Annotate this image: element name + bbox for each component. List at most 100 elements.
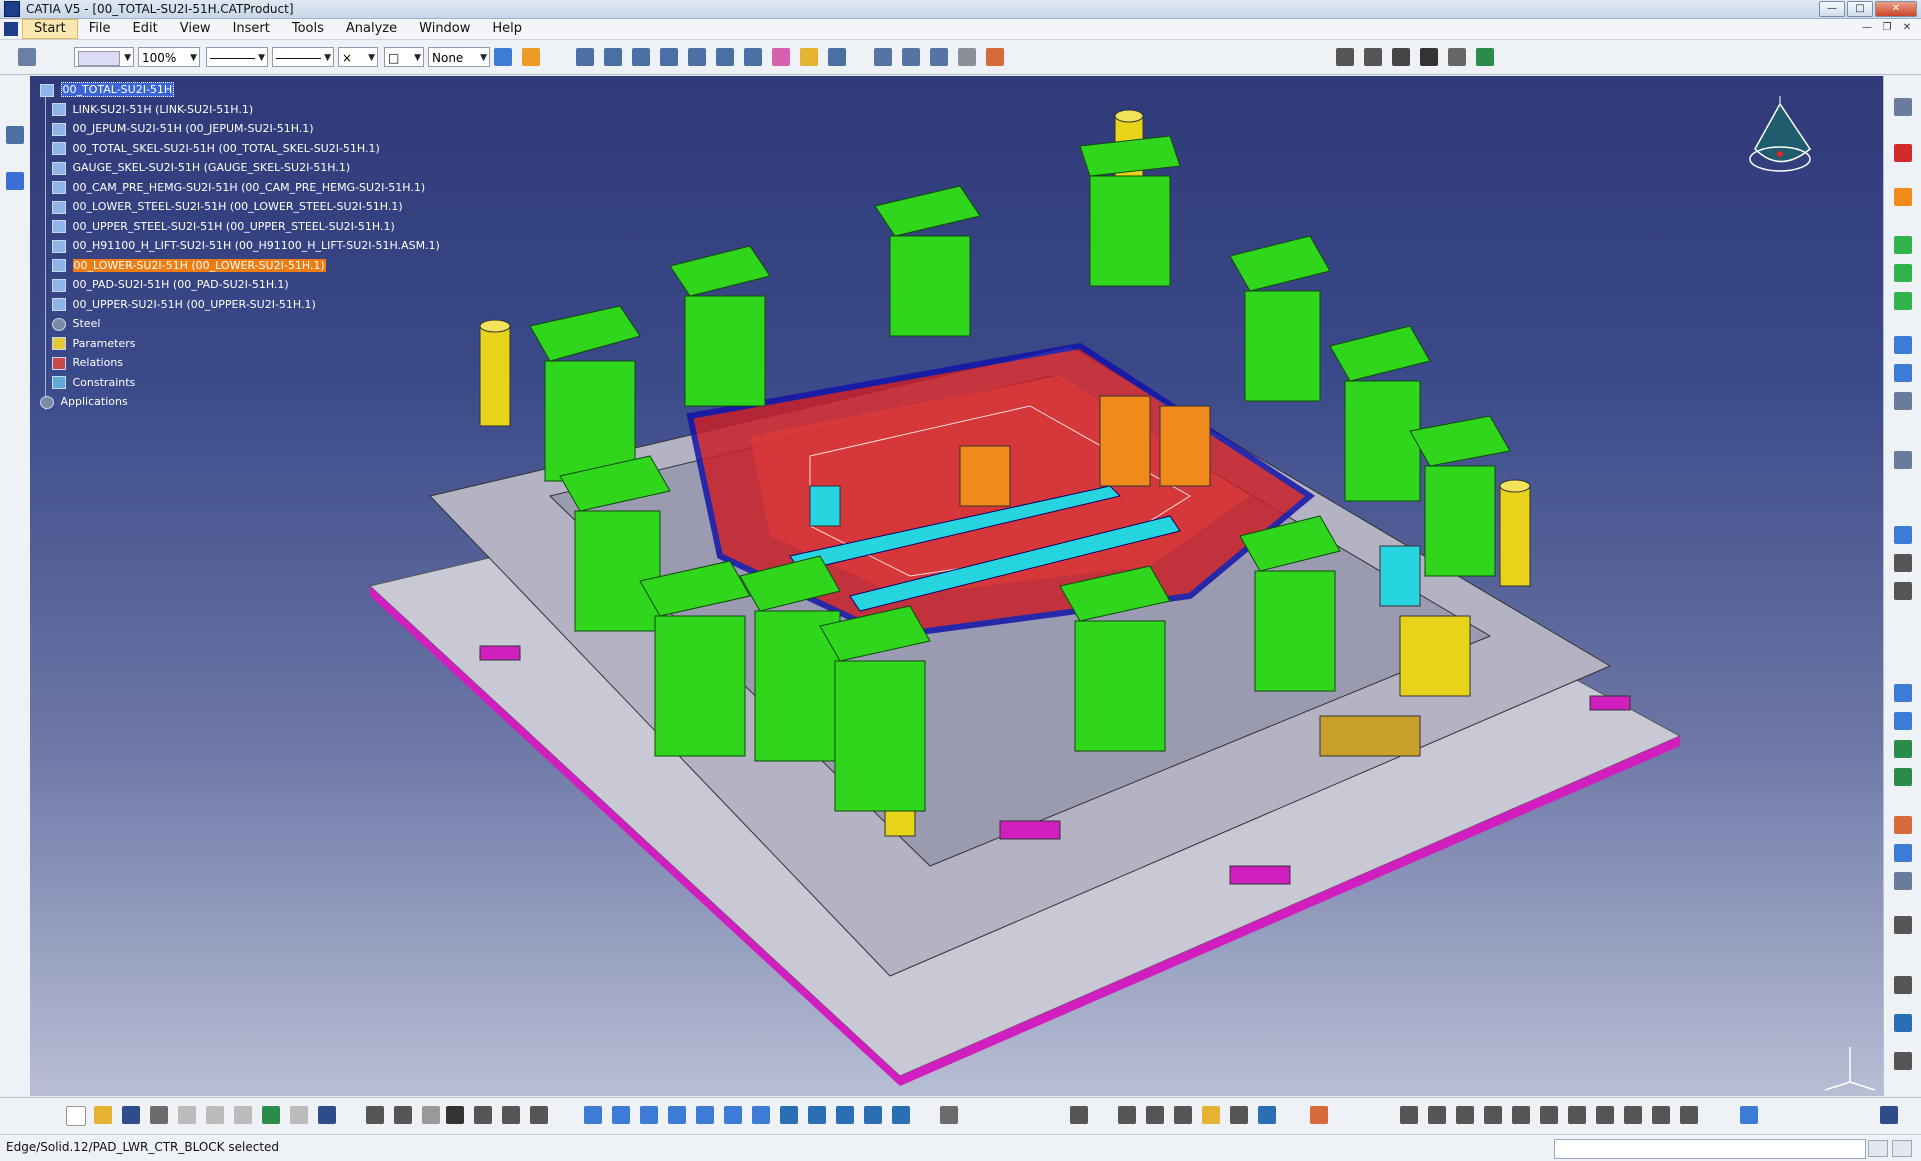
compass-snap-icon[interactable] [6, 172, 24, 190]
tree-item[interactable]: Parameters [40, 334, 440, 354]
generate-numbering-icon[interactable] [744, 48, 762, 66]
flag-note-icon[interactable] [930, 48, 948, 66]
iso-view-icon[interactable] [808, 1106, 826, 1124]
tree-item[interactable]: 00_CAM_PRE_HEMG-SU2I-51H (00_CAM_PRE_HEM… [40, 178, 440, 198]
tree-item-label[interactable]: Steel [73, 317, 101, 330]
tree-item[interactable]: GAUGE_SKEL-SU2I-51H (GAUGE_SKEL-SU2I-51H… [40, 158, 440, 178]
tree-root-label[interactable]: 00_TOTAL-SU2I-51H [60, 82, 175, 97]
grid-icon[interactable] [446, 1106, 464, 1124]
tree-item-label[interactable]: 00_H91100_H_LIFT-SU2I-51H (00_H91100_H_L… [73, 239, 440, 252]
save-bom-icon[interactable] [1420, 48, 1438, 66]
tree-item[interactable]: Steel [40, 314, 440, 334]
manipulation-icon[interactable] [1894, 392, 1912, 410]
tree-item[interactable]: 00_TOTAL_SKEL-SU2I-51H (00_TOTAL_SKEL-SU… [40, 139, 440, 159]
view-icon[interactable] [1894, 712, 1912, 730]
annotation-icon[interactable] [1894, 684, 1912, 702]
macro-icon[interactable] [422, 1106, 440, 1124]
assembly2-icon[interactable] [1428, 1106, 1446, 1124]
catalog-icon[interactable] [1894, 768, 1912, 786]
settings-icon[interactable] [1894, 98, 1912, 116]
knowledge-icon[interactable] [502, 1106, 520, 1124]
tree-item[interactable]: Relations [40, 353, 440, 373]
zoom-in-icon[interactable] [696, 1106, 714, 1124]
copy-icon[interactable] [206, 1106, 224, 1124]
tree-item-label[interactable]: 00_PAD-SU2I-51H (00_PAD-SU2I-51H.1) [73, 278, 289, 291]
move-icon[interactable] [1070, 1106, 1088, 1124]
product-structure-icon[interactable] [18, 48, 36, 66]
point-symbol-combo[interactable]: × ▼ [338, 47, 378, 67]
camera-icon[interactable] [1894, 1052, 1912, 1070]
tree-item[interactable]: Applications [40, 392, 440, 412]
environment-icon[interactable] [1258, 1106, 1276, 1124]
tree-item-label[interactable]: 00_TOTAL_SKEL-SU2I-51H (00_TOTAL_SKEL-SU… [73, 142, 380, 155]
open-file-icon[interactable] [94, 1106, 112, 1124]
tree-item-label[interactable]: LINK-SU2I-51H (LINK-SU2I-51H.1) [73, 103, 254, 116]
sphere-icon[interactable] [1894, 844, 1912, 862]
menu-window[interactable]: Window [408, 19, 481, 39]
constraint-icon[interactable] [940, 1106, 958, 1124]
bolt-icon[interactable] [1392, 48, 1410, 66]
tree-export-icon[interactable] [1476, 48, 1494, 66]
grid-snap-icon[interactable] [1310, 1106, 1328, 1124]
status-button-2[interactable] [1892, 1140, 1912, 1157]
tree-item-label[interactable]: Parameters [73, 337, 136, 350]
transparency-combo[interactable]: 100% ▼ [138, 47, 200, 67]
tree-item[interactable]: 00_H91100_H_LIFT-SU2I-51H (00_H91100_H_L… [40, 236, 440, 256]
tree-item-label[interactable]: Applications [61, 395, 128, 408]
design-table-icon[interactable] [530, 1106, 548, 1124]
menu-edit[interactable]: Edit [122, 19, 169, 39]
tree-item[interactable]: Constraints [40, 373, 440, 393]
maximize-button[interactable]: □ [1847, 1, 1873, 17]
tree-item-label[interactable]: 00_LOWER_STEEL-SU2I-51H (00_LOWER_STEEL-… [73, 200, 403, 213]
new-file-icon[interactable] [66, 1106, 86, 1126]
update-icon[interactable] [1894, 451, 1912, 469]
constraint-green3-icon[interactable] [1894, 292, 1912, 310]
fill-color-combo[interactable]: ▼ [74, 47, 134, 67]
section-icon[interactable] [1894, 554, 1912, 572]
formula-icon[interactable] [366, 1106, 384, 1124]
menu-analyze[interactable]: Analyze [335, 19, 408, 39]
snap-icon[interactable] [1894, 336, 1912, 354]
assembly3-icon[interactable] [1456, 1106, 1474, 1124]
bom-icon[interactable] [1336, 48, 1354, 66]
fly-mode-icon[interactable] [584, 1106, 602, 1124]
menu-file[interactable]: File [78, 19, 122, 39]
select-icon[interactable] [1894, 188, 1912, 206]
document-icon[interactable] [4, 22, 18, 36]
menu-start[interactable]: Start [22, 19, 78, 39]
menu-view[interactable]: View [169, 19, 222, 39]
assembly8-icon[interactable] [1596, 1106, 1614, 1124]
replace-component-icon[interactable] [688, 48, 706, 66]
new-component-icon[interactable] [576, 48, 594, 66]
comment-icon[interactable] [394, 1106, 412, 1124]
painter-icon[interactable] [494, 48, 512, 66]
bom-export-icon[interactable] [1364, 48, 1382, 66]
scene-icon[interactable] [1894, 740, 1912, 758]
light-icon[interactable] [1202, 1106, 1220, 1124]
paste-icon[interactable] [234, 1106, 252, 1124]
3d-viewport[interactable]: 00_TOTAL-SU2I-51H LINK-SU2I-51H (LINK-SU… [30, 76, 1883, 1096]
doc-minimize-button[interactable]: — [1859, 21, 1875, 35]
swap-space-icon[interactable] [1894, 1014, 1912, 1032]
pan-icon[interactable] [640, 1106, 658, 1124]
gear3-icon[interactable] [1174, 1106, 1192, 1124]
close-button[interactable]: ✕ [1875, 1, 1917, 17]
menu-tools[interactable]: Tools [281, 19, 335, 39]
catia-app-icon[interactable] [4, 1, 20, 17]
compass-icon[interactable] [1735, 94, 1825, 204]
kinematics-icon[interactable] [1894, 916, 1912, 934]
assembly5-icon[interactable] [1512, 1106, 1530, 1124]
tree-item[interactable]: 00_UPPER_STEEL-SU2I-51H (00_UPPER_STEEL-… [40, 217, 440, 237]
multi-view-icon[interactable] [780, 1106, 798, 1124]
measure-item-icon[interactable] [958, 48, 976, 66]
graph-tree-reordering-icon[interactable] [716, 48, 734, 66]
layer-combo[interactable]: None ▼ [428, 47, 490, 67]
assembly9-icon[interactable] [1624, 1106, 1642, 1124]
new-product-icon[interactable] [604, 48, 622, 66]
constraint-green-icon[interactable] [1894, 236, 1912, 254]
save-icon[interactable] [122, 1106, 140, 1124]
tree-item[interactable]: 00_JEPUM-SU2I-51H (00_JEPUM-SU2I-51H.1) [40, 119, 440, 139]
clash-icon[interactable] [1894, 582, 1912, 600]
plane-icon[interactable] [1740, 1106, 1758, 1124]
tree-item-label[interactable]: 00_UPPER_STEEL-SU2I-51H (00_UPPER_STEEL-… [73, 220, 395, 233]
